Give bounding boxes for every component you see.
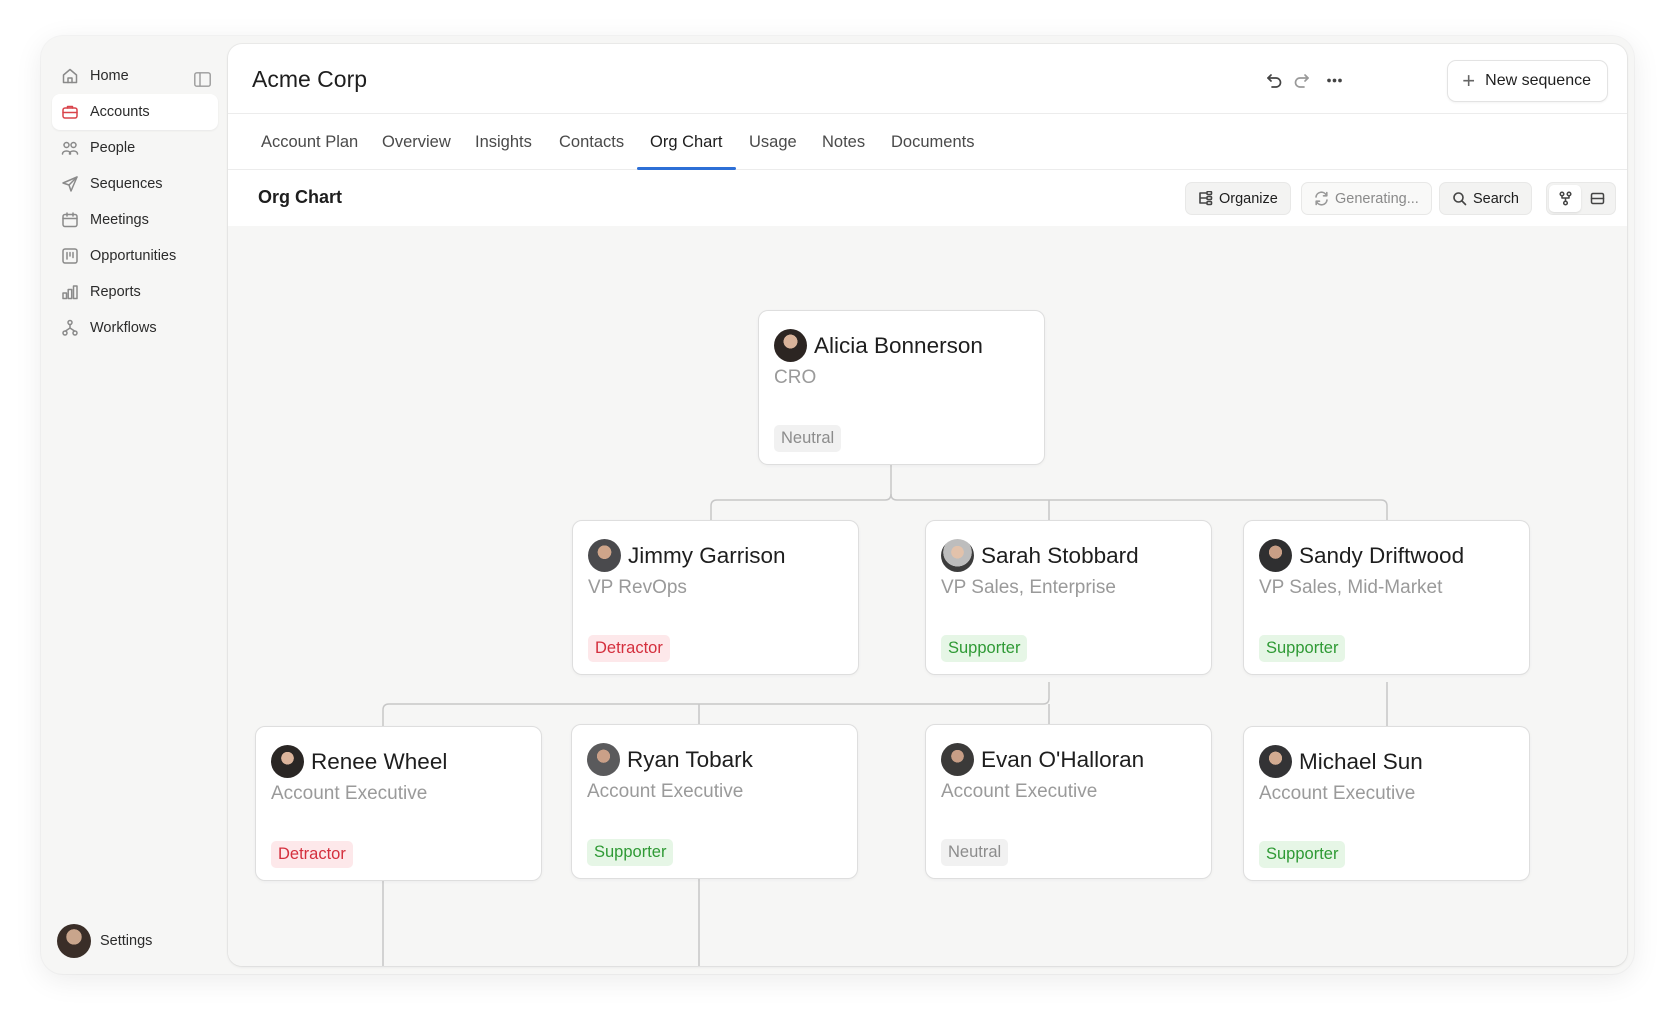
- sentiment-badge: Supporter: [587, 839, 674, 866]
- person-role: Account Executive: [1259, 783, 1416, 804]
- section-title: Org Chart: [258, 187, 343, 207]
- person-name: Michael Sun: [1299, 749, 1423, 774]
- new-sequence-button[interactable]: + New sequence: [1447, 60, 1608, 102]
- person-name: Sandy Driftwood: [1299, 543, 1465, 568]
- avatar: [941, 539, 974, 572]
- settings-button[interactable]: Settings: [57, 924, 152, 958]
- tab-notes[interactable]: Notes: [822, 114, 865, 170]
- tab-insights[interactable]: Insights: [475, 114, 532, 170]
- org-card-sandy-driftwood[interactable]: Sandy Driftwood VP Sales, Mid-Market Sup…: [1243, 520, 1530, 675]
- person-name: Jimmy Garrison: [628, 543, 786, 568]
- more-options-icon[interactable]: [1323, 70, 1345, 90]
- sentiment-badge: Supporter: [1259, 635, 1346, 662]
- sidebar-item-label: People: [90, 140, 136, 156]
- org-card-evan-ohalloran[interactable]: Evan O'Halloran Account Executive Neutra…: [925, 724, 1212, 879]
- sidebar-item-opportunities[interactable]: Opportunities: [52, 238, 218, 274]
- search-button[interactable]: Search: [1439, 182, 1532, 215]
- avatar: [587, 743, 620, 776]
- avatar: [1259, 745, 1292, 778]
- sentiment-badge: Detractor: [271, 841, 353, 868]
- main-panel: Acme Corp + New sequence Account Plan Ov…: [228, 44, 1627, 966]
- org-card-sarah-stobbard[interactable]: Sarah Stobbard VP Sales, Enterprise Supp…: [925, 520, 1212, 675]
- sidebar-item-home[interactable]: Home: [52, 58, 218, 94]
- person-role: Account Executive: [941, 781, 1098, 802]
- org-card-renee-wheel[interactable]: Renee Wheel Account Executive Detractor: [255, 726, 542, 881]
- sidebar-item-workflows[interactable]: Workflows: [52, 310, 218, 346]
- person-name: Renee Wheel: [311, 749, 448, 774]
- sidebar-item-reports[interactable]: Reports: [52, 274, 218, 310]
- person-name: Ryan Tobark: [627, 747, 753, 772]
- avatar: [941, 743, 974, 776]
- tab-usage[interactable]: Usage: [749, 114, 797, 170]
- org-chart-toolbar: Org Chart Organize Generating... Search: [228, 170, 1627, 226]
- search-icon: [1453, 192, 1467, 206]
- person-role: Account Executive: [587, 781, 744, 802]
- tab-account-plan[interactable]: Account Plan: [261, 114, 358, 170]
- sentiment-badge: Neutral: [774, 425, 842, 452]
- sidebar-item-label: Sequences: [90, 176, 163, 192]
- generating-button[interactable]: Generating...: [1301, 182, 1432, 215]
- page-title: Acme Corp: [252, 66, 368, 92]
- calendar-icon: [60, 210, 80, 230]
- org-card-jimmy-garrison[interactable]: Jimmy Garrison VP RevOps Detractor: [572, 520, 859, 675]
- sidebar: Home Accounts People Sequences Meetings …: [41, 36, 227, 974]
- opportunities-icon: [60, 246, 80, 266]
- organize-button[interactable]: Organize: [1185, 182, 1291, 215]
- refresh-icon: [1315, 191, 1328, 206]
- avatar: [271, 745, 304, 778]
- person-name: Evan O'Halloran: [981, 747, 1145, 772]
- avatar: [1259, 539, 1292, 572]
- person-role: VP Sales, Mid-Market: [1259, 577, 1443, 598]
- home-icon: [60, 66, 80, 86]
- plus-icon: +: [1462, 68, 1476, 93]
- sidebar-item-label: Meetings: [90, 212, 149, 228]
- sidebar-item-label: Workflows: [90, 320, 157, 336]
- view-toggle: [1546, 182, 1616, 215]
- person-name: Sarah Stobbard: [981, 543, 1139, 568]
- person-role: VP Sales, Enterprise: [941, 577, 1116, 598]
- organize-icon: [1199, 191, 1213, 206]
- person-role: VP RevOps: [588, 577, 687, 598]
- sidebar-item-label: Accounts: [90, 104, 150, 120]
- sidebar-item-label: Reports: [90, 284, 141, 300]
- org-card-alicia-bonnerson[interactable]: Alicia Bonnerson CRO Neutral: [758, 310, 1045, 465]
- avatar: [57, 924, 91, 958]
- tree-view-icon[interactable]: [1549, 185, 1581, 212]
- undo-icon[interactable]: [1263, 70, 1285, 90]
- person-role: CRO: [774, 367, 817, 388]
- sidebar-item-label: Opportunities: [90, 248, 177, 264]
- sidebar-item-accounts[interactable]: Accounts: [52, 94, 218, 130]
- sentiment-badge: Supporter: [1259, 841, 1346, 868]
- briefcase-icon: [60, 102, 80, 122]
- sentiment-badge: Supporter: [941, 635, 1028, 662]
- bar-chart-icon: [60, 282, 80, 302]
- sentiment-badge: Neutral: [941, 839, 1009, 866]
- app-window: Home Accounts People Sequences Meetings …: [41, 36, 1634, 974]
- settings-label: Settings: [100, 933, 153, 949]
- tab-org-chart[interactable]: Org Chart: [650, 114, 722, 170]
- sidebar-item-sequences[interactable]: Sequences: [52, 166, 218, 202]
- person-name: Alicia Bonnerson: [814, 333, 983, 358]
- sentiment-badge: Detractor: [588, 635, 670, 662]
- person-role: Account Executive: [271, 783, 428, 804]
- sidebar-item-label: Home: [90, 68, 129, 84]
- tab-contacts[interactable]: Contacts: [559, 114, 624, 170]
- tab-bar: Account Plan Overview Insights Contacts …: [228, 114, 1627, 170]
- avatar: [774, 329, 807, 362]
- org-card-michael-sun[interactable]: Michael Sun Account Executive Supporter: [1243, 726, 1530, 881]
- avatar: [588, 539, 621, 572]
- sidebar-item-meetings[interactable]: Meetings: [52, 202, 218, 238]
- org-chart-canvas[interactable]: Alicia Bonnerson CRO Neutral Jimmy Garri…: [228, 226, 1627, 966]
- tab-documents[interactable]: Documents: [891, 114, 974, 170]
- workflow-icon: [60, 318, 80, 338]
- sidebar-item-people[interactable]: People: [52, 130, 218, 166]
- send-icon: [60, 174, 80, 194]
- tab-overview[interactable]: Overview: [382, 114, 451, 170]
- list-view-icon[interactable]: [1581, 185, 1613, 212]
- redo-icon[interactable]: [1290, 70, 1312, 90]
- people-icon: [60, 138, 80, 158]
- org-card-ryan-tobark[interactable]: Ryan Tobark Account Executive Supporter: [571, 724, 858, 879]
- page-header: Acme Corp + New sequence: [228, 44, 1627, 114]
